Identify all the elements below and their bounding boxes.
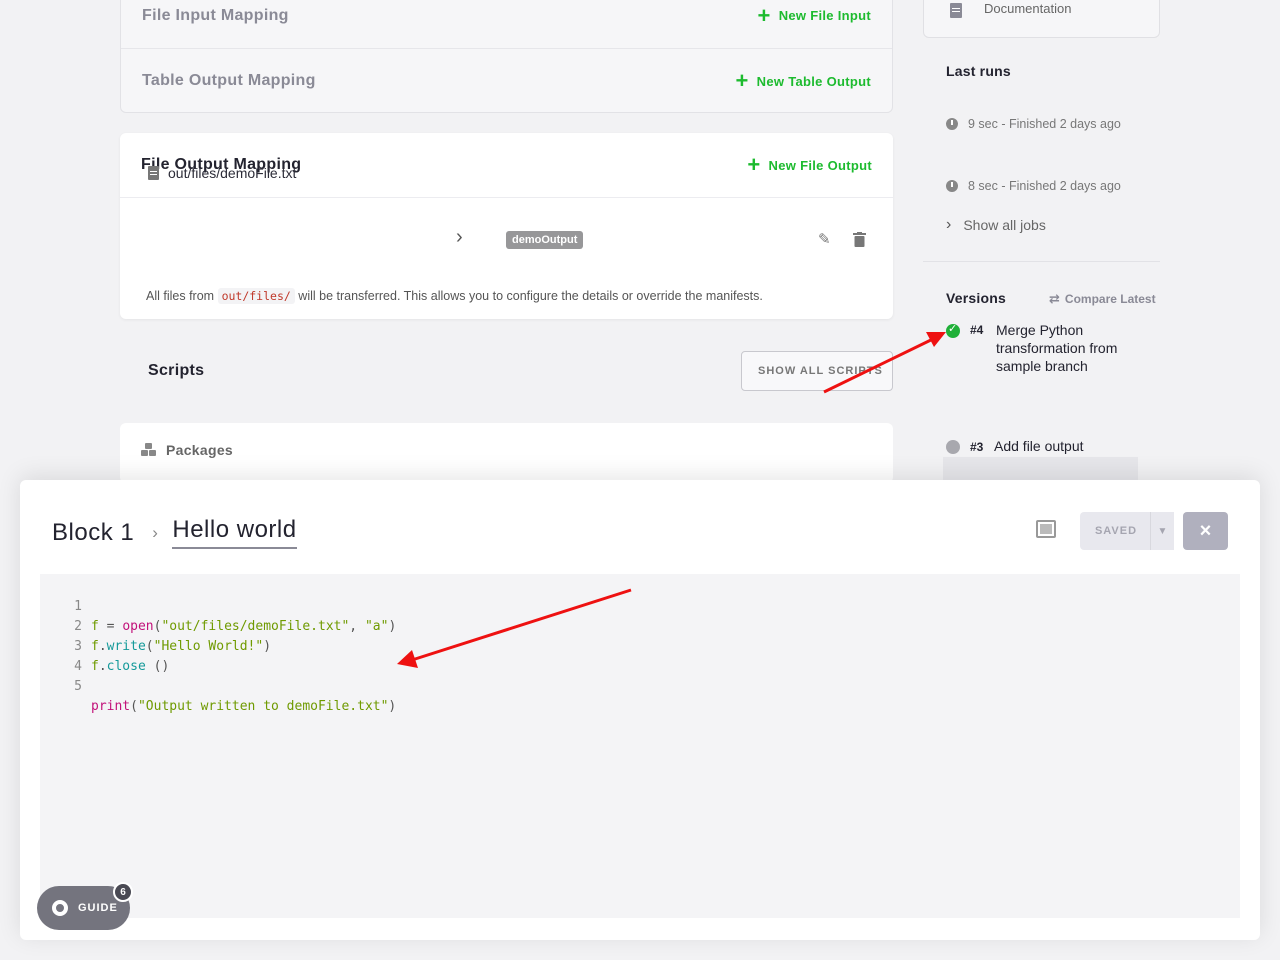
file-output-tag: demoOutput — [506, 231, 584, 249]
documentation-link[interactable]: Documentation — [923, 0, 1160, 38]
code-line: 3 f.close () — [40, 617, 1240, 674]
file-output-path-label: out/files/demoFile.txt — [168, 165, 297, 181]
show-all-jobs-label: Show all jobs — [963, 217, 1046, 233]
note-prefix: All files from — [146, 289, 215, 303]
annotation-arrowhead — [926, 332, 946, 347]
version-inactive-icon — [946, 440, 960, 454]
guide-count-badge: 6 — [113, 882, 133, 902]
swap-arrows-icon: ⇄ — [1049, 291, 1060, 306]
code-line: 4 — [40, 637, 1240, 674]
chevron-right-icon: › — [456, 226, 463, 248]
code-line: 1 f = open("out/files/demoFile.txt", "a"… — [40, 577, 1240, 634]
input-output-mapping-card: File Input Mapping + New File Input Tabl… — [120, 0, 893, 113]
guide-label: GUIDE — [78, 902, 118, 914]
packages-card: Packages — [120, 423, 893, 483]
breadcrumb-parent[interactable]: Block 1 — [52, 519, 134, 547]
sidebar-divider — [923, 261, 1160, 262]
scripts-title: Scripts — [148, 362, 205, 379]
saved-label: SAVED — [1094, 525, 1138, 537]
check-icon: ✓ — [948, 323, 958, 335]
version-description[interactable]: Merge Python transformation from sample … — [996, 321, 1146, 375]
packages-header[interactable]: Packages — [141, 442, 233, 458]
run-item[interactable]: 8 sec - Finished 2 days ago — [946, 179, 1121, 193]
last-runs-title: Last runs — [946, 63, 1011, 79]
documentation-label: Documentation — [984, 1, 1072, 16]
new-table-output-button[interactable]: + New Table Output — [736, 70, 872, 92]
plus-icon: + — [757, 2, 771, 28]
file-output-mapping-card: File Output Mapping + New File Output ou… — [120, 133, 893, 319]
chevron-right-icon: › — [946, 216, 952, 233]
table-output-mapping-row: Table Output Mapping + New Table Output — [121, 48, 892, 113]
file-output-path[interactable]: out/files/demoFile.txt — [148, 165, 296, 181]
show-all-jobs-link[interactable]: › Show all jobs — [946, 216, 1046, 234]
show-all-scripts-button[interactable]: SHOW ALL SCRIPTS — [741, 351, 893, 391]
page: File Input Mapping + New File Input Tabl… — [0, 0, 1280, 960]
chevron-down-icon[interactable]: ▼ — [1150, 512, 1174, 550]
new-file-input-label: New File Input — [778, 8, 871, 23]
code-line: 2 f.write("Hello World!") — [40, 597, 1240, 654]
code-name-input[interactable]: Hello world — [172, 516, 297, 549]
breadcrumb: Block 1 › Hello world — [52, 516, 297, 549]
run-item[interactable]: 9 sec - Finished 2 days ago — [946, 117, 1121, 131]
new-file-output-button[interactable]: + New File Output — [747, 154, 872, 176]
versions-title: Versions — [946, 290, 1006, 306]
chevron-right-icon: › — [152, 522, 159, 542]
table-output-mapping-title: Table Output Mapping — [142, 72, 316, 89]
compare-latest-label: Compare Latest — [1064, 292, 1156, 306]
version-number: #3 — [970, 440, 984, 454]
plus-icon: + — [735, 68, 749, 93]
packages-icon — [141, 443, 156, 456]
code-text: print("Output written to demoFile.txt") — [91, 699, 397, 714]
line-number: 5 — [74, 679, 82, 694]
file-output-note: All files from out/files/ will be transf… — [146, 288, 763, 304]
new-file-output-label: New File Output — [768, 157, 872, 173]
note-suffix: will be transferred. This allows you to … — [298, 289, 763, 303]
run-item-label: 9 sec - Finished 2 days ago — [968, 117, 1121, 131]
file-input-mapping-row: File Input Mapping + New File Input — [121, 0, 892, 48]
clock-icon — [946, 180, 958, 192]
code-block-modal: Block 1 › Hello world SAVED ▼ × 1 f = op… — [20, 480, 1260, 940]
file-input-mapping-title: File Input Mapping — [142, 6, 289, 24]
lifebuoy-icon — [52, 900, 68, 916]
file-icon — [148, 166, 159, 180]
new-table-output-label: New Table Output — [756, 73, 871, 89]
note-code: out/files/ — [217, 288, 295, 304]
run-item-label: 8 sec - Finished 2 days ago — [968, 179, 1121, 193]
plus-icon: + — [747, 152, 761, 177]
version-description[interactable]: Add file output — [994, 437, 1084, 455]
clock-icon — [946, 118, 958, 130]
new-file-input-button[interactable]: + New File Input — [757, 2, 871, 28]
close-button[interactable]: × — [1183, 512, 1228, 550]
version-number: #4 — [970, 323, 984, 337]
packages-title: Packages — [166, 442, 234, 458]
compare-latest-button[interactable]: ⇄ Compare Latest — [1049, 291, 1156, 307]
document-icon — [950, 3, 962, 18]
edit-pencil-icon[interactable]: ✎ — [818, 230, 831, 248]
fullscreen-icon[interactable] — [1036, 520, 1056, 538]
code-line: 5 print("Output written to demoFile.txt"… — [40, 657, 1240, 714]
trash-icon[interactable] — [853, 232, 866, 247]
code-editor[interactable]: 1 f = open("out/files/demoFile.txt", "a"… — [40, 574, 1240, 918]
